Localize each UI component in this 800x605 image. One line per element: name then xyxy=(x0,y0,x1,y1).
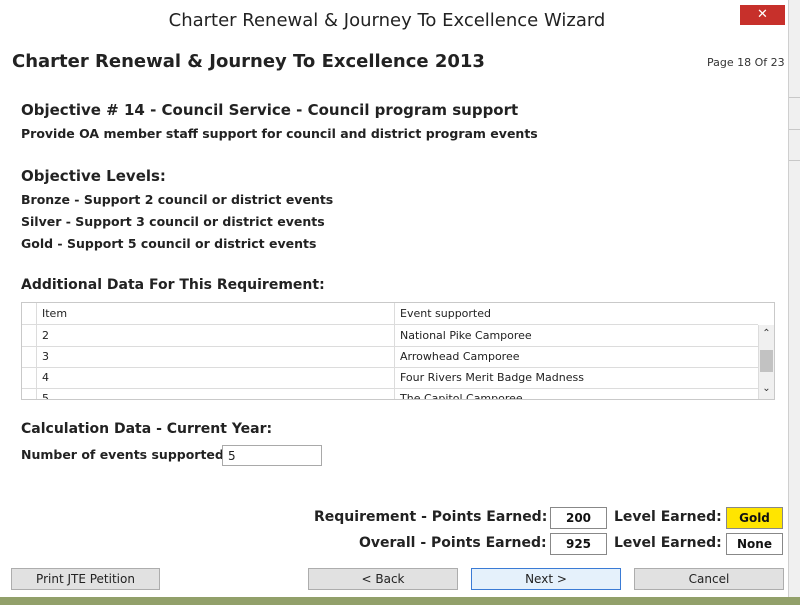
table-row[interactable]: 3 Arrowhead Camporee xyxy=(22,346,758,368)
next-button[interactable]: Next > xyxy=(471,568,621,590)
table-row[interactable]: 4 Four Rivers Merit Badge Madness xyxy=(22,367,758,389)
cell-event[interactable]: Arrowhead Camporee xyxy=(400,350,520,363)
edge-divider xyxy=(789,129,800,130)
requirement-level-badge: Gold xyxy=(726,507,783,529)
levels-heading: Objective Levels: xyxy=(21,167,166,185)
cell-item[interactable]: 4 xyxy=(42,371,49,384)
page-indicator: Page 18 Of 23 xyxy=(707,56,785,69)
row-selector[interactable] xyxy=(22,346,37,367)
row-selector[interactable] xyxy=(22,325,37,346)
objective-heading: Objective # 14 - Council Service - Counc… xyxy=(21,101,519,119)
column-header-item[interactable]: Item xyxy=(42,307,67,320)
table-row[interactable]: 5 The Capitol Camporee xyxy=(22,388,758,399)
cell-item[interactable]: 5 xyxy=(42,392,49,399)
events-supported-label: Number of events supported: xyxy=(21,447,229,462)
row-selector[interactable] xyxy=(22,388,37,399)
cancel-button[interactable]: Cancel xyxy=(634,568,784,590)
requirement-points-value: 200 xyxy=(550,507,607,529)
cell-event[interactable]: Four Rivers Merit Badge Madness xyxy=(400,371,584,384)
cell-item[interactable]: 3 xyxy=(42,350,49,363)
overall-points-label: Overall - Points Earned: xyxy=(359,535,547,551)
scroll-thumb[interactable] xyxy=(760,350,773,372)
grid-scrollbar[interactable]: ⌃ ⌄ xyxy=(758,325,774,399)
cell-item[interactable]: 2 xyxy=(42,329,49,342)
grid-header-row: Item Event supported xyxy=(22,303,758,325)
level-gold: Gold - Support 5 council or district eve… xyxy=(21,236,317,251)
close-icon: ✕ xyxy=(757,7,768,22)
overall-level-label: Level Earned: xyxy=(614,535,722,551)
overall-points-value: 925 xyxy=(550,533,607,555)
row-selector xyxy=(22,303,37,324)
level-silver: Silver - Support 3 council or district e… xyxy=(21,214,325,229)
calculation-heading: Calculation Data - Current Year: xyxy=(21,421,273,437)
column-header-event[interactable]: Event supported xyxy=(400,307,491,320)
cell-event[interactable]: National Pike Camporee xyxy=(400,329,532,342)
bottom-strip xyxy=(0,597,800,605)
close-button[interactable]: ✕ xyxy=(740,5,785,25)
edge-divider xyxy=(789,160,800,161)
back-button[interactable]: < Back xyxy=(308,568,458,590)
window-title: Charter Renewal & Journey To Excellence … xyxy=(168,10,606,31)
edge-divider xyxy=(789,97,800,98)
cell-event[interactable]: The Capitol Camporee xyxy=(400,392,523,399)
background-window-edge xyxy=(788,0,800,605)
page-title: Charter Renewal & Journey To Excellence … xyxy=(12,51,485,72)
requirement-level-label: Level Earned: xyxy=(614,509,722,525)
objective-description: Provide OA member staff support for coun… xyxy=(21,126,538,141)
requirement-points-label: Requirement - Points Earned: xyxy=(314,509,548,525)
additional-data-heading: Additional Data For This Requirement: xyxy=(21,277,325,293)
scroll-down-icon[interactable]: ⌄ xyxy=(760,383,773,395)
level-bronze: Bronze - Support 2 council or district e… xyxy=(21,192,334,207)
row-selector[interactable] xyxy=(22,367,37,388)
table-row[interactable]: 2 National Pike Camporee xyxy=(22,325,758,347)
scroll-up-icon[interactable]: ⌃ xyxy=(760,328,773,340)
events-supported-input[interactable]: 5 xyxy=(222,445,322,466)
title-bar: Charter Renewal & Journey To Excellence … xyxy=(0,0,800,40)
additional-data-grid[interactable]: Item Event supported 2 National Pike Cam… xyxy=(21,302,775,400)
print-jte-petition-button[interactable]: Print JTE Petition xyxy=(11,568,160,590)
overall-level-badge: None xyxy=(726,533,783,555)
